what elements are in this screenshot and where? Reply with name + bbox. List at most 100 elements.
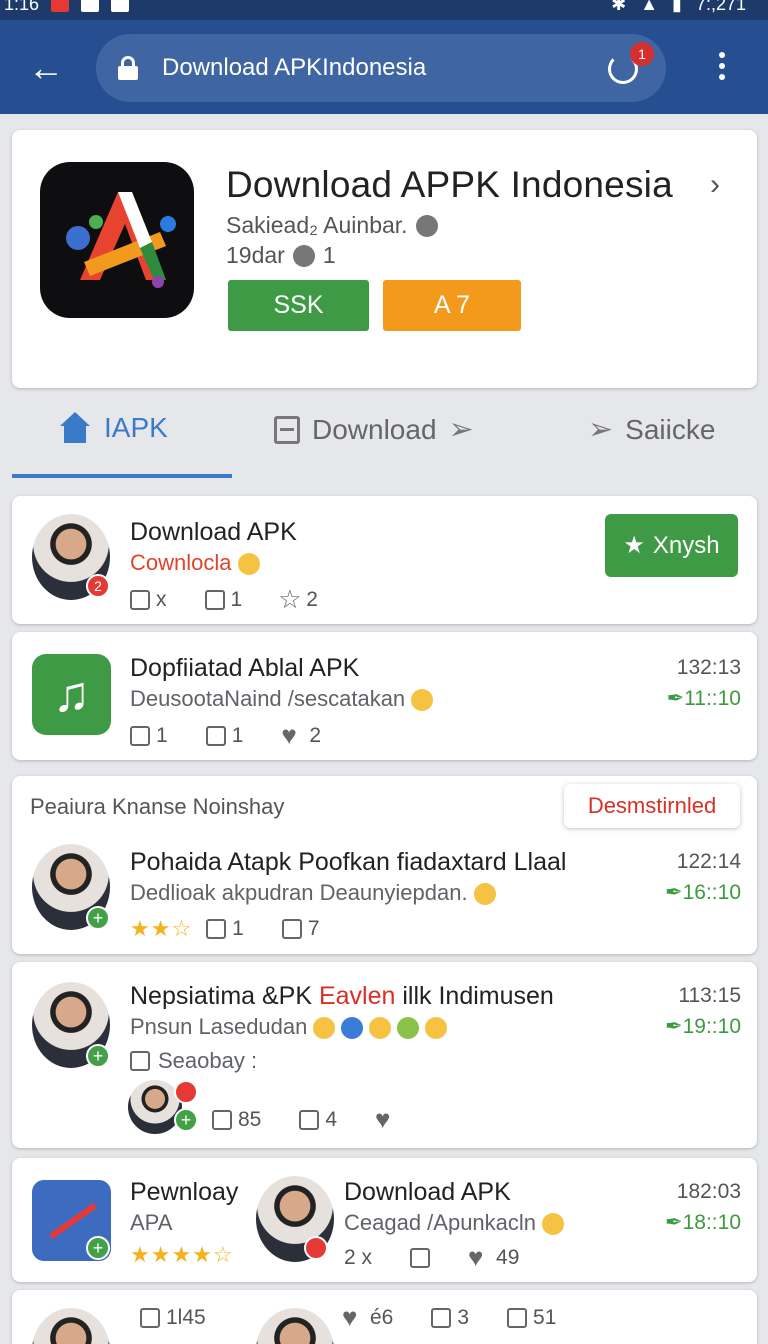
item-subtitle: Dedlioak akpudran Deaunyiepdan. <box>130 880 496 906</box>
add-icon: + <box>86 1044 110 1068</box>
tab-download[interactable]: Download ➢ <box>274 412 474 447</box>
tab-iapk[interactable]: IAPK <box>58 412 168 444</box>
item-actions: ★★☆ 1 7 <box>130 916 358 942</box>
send-icon: ➢ <box>448 413 474 446</box>
music-note-icon: ♫ <box>32 654 111 735</box>
more-options-icon[interactable] <box>712 52 732 86</box>
heart-icon <box>342 1302 364 1333</box>
list-item[interactable]: + Nepsiatima &PK Eavlen illk Indimusen P… <box>12 962 757 1148</box>
like-button[interactable] <box>410 1248 431 1268</box>
emoji-icon <box>237 553 260 576</box>
emoji-icon <box>313 1017 336 1040</box>
item-actions: 1 1 2 <box>130 720 359 751</box>
list-item[interactable]: 2 Download APK Cownlocla x 1 2 ★Xnysh <box>12 496 757 624</box>
avatar-badge <box>304 1236 328 1260</box>
heart-icon <box>468 1242 490 1273</box>
thumbs-up-icon <box>206 919 227 939</box>
emoji-icon <box>542 1213 565 1236</box>
home-icon <box>58 412 92 444</box>
app-icon <box>81 0 100 12</box>
status-bar: 1:16 ✱ ▲ ▮ 7:,271 <box>0 0 768 20</box>
item-subtitle: Ceagad /Apunkacln <box>344 1210 565 1236</box>
comment-button[interactable]: 51 <box>507 1306 556 1330</box>
item-subtitle: APA <box>130 1210 173 1235</box>
share-button[interactable]: 4 <box>299 1108 337 1132</box>
item-subtitle: Cownlocla <box>130 550 260 576</box>
like-button[interactable]: x <box>130 588 167 612</box>
like-button[interactable]: 1 <box>205 724 243 748</box>
thumbs-up-icon <box>410 1248 431 1268</box>
notification-icon <box>51 0 70 12</box>
app-title: Download APPK Indonesia <box>226 164 673 205</box>
add-icon: + <box>86 1236 110 1260</box>
item-actions: 1l45 <box>140 1306 244 1330</box>
rating-icon <box>292 244 315 267</box>
checkbox-row[interactable]: Seaobay : <box>130 1048 257 1074</box>
list-item[interactable]: Peaiura Knanse Noinshay Desmstirnled + P… <box>12 776 757 954</box>
item-status: ✒16::10 <box>665 881 741 904</box>
emoji-badge <box>174 1080 198 1104</box>
lock-icon <box>118 56 138 80</box>
document-icon <box>274 415 300 444</box>
item-time: 132:13 <box>676 656 741 679</box>
battery-icon: ▮ <box>672 0 682 14</box>
heart-button[interactable]: é6 <box>342 1302 393 1333</box>
list-item[interactable]: 1l45 é6 3 51 <box>12 1290 757 1344</box>
heart-button[interactable]: 49 <box>468 1242 519 1273</box>
comment-button[interactable]: 1 <box>204 588 242 612</box>
item-title: Download APK <box>130 518 297 546</box>
item-subtitle: DeusootaNaind /sescatakan <box>130 686 434 712</box>
item-title: Pewnloay <box>130 1178 239 1206</box>
add-icon: + <box>86 906 110 930</box>
thumbs-up-icon <box>205 726 226 746</box>
thumbs-up-icon <box>299 1110 320 1130</box>
emoji-icon <box>341 1017 364 1040</box>
follow-button[interactable]: ★ Xnysh <box>605 514 738 577</box>
heart-icon <box>375 1104 397 1135</box>
list-item[interactable]: + Pewnloay APA ★★★★☆ Download APK Ceagad… <box>12 1158 757 1282</box>
item-actions: x 1 2 <box>130 584 356 615</box>
section-label: Peaiura Knanse Noinshay <box>30 794 285 819</box>
star-rating-icon: ★★★★☆ <box>130 1242 234 1267</box>
home-button[interactable]: 1l45 <box>140 1306 206 1330</box>
app-icon <box>111 0 130 12</box>
avatar <box>32 1308 110 1344</box>
like-button[interactable]: 3 <box>431 1306 469 1330</box>
heart-icon <box>281 720 303 751</box>
comment-icon <box>507 1308 528 1328</box>
emoji-icon <box>397 1017 420 1040</box>
emoji-icon <box>411 689 434 712</box>
item-title: Pohaida Atapk Poofkan fiadaxtard Llaal <box>130 848 567 876</box>
count-label: 2 x <box>344 1246 373 1269</box>
back-arrow-icon[interactable]: ← <box>26 48 66 88</box>
comment-button[interactable]: 1 <box>130 724 168 748</box>
heart-button[interactable] <box>375 1104 397 1135</box>
star-icon: ★ <box>623 532 645 559</box>
secondary-action-button[interactable]: A 7 <box>383 280 521 331</box>
like-button[interactable]: 1 <box>206 917 244 941</box>
send-icon: ➢ <box>588 413 614 446</box>
chevron-right-icon[interactable]: › <box>710 168 720 202</box>
url-bar[interactable]: Download APKIndonesia 1 <box>96 34 666 102</box>
tab-saiicke[interactable]: ➢ Saiicke <box>588 412 715 447</box>
url-text[interactable]: Download APKIndonesia <box>162 54 426 82</box>
star-button[interactable]: 2 <box>278 584 318 615</box>
avatar <box>256 1308 334 1344</box>
list-item[interactable]: ♫ Dopfiiatad Ablal APK DeusootaNaind /se… <box>12 632 757 760</box>
comment-button[interactable]: 7 <box>281 917 320 941</box>
item-title: Dopfiiatad Ablal APK <box>130 654 360 682</box>
like-button[interactable]: 85 <box>212 1108 261 1132</box>
notification-badge[interactable]: 1 <box>630 42 654 66</box>
app-developer: Sakiead₂ Auinbar. <box>226 212 438 239</box>
primary-action-button[interactable]: SSK <box>228 280 369 331</box>
bluetooth-icon: ✱ <box>611 0 627 14</box>
heart-button[interactable]: 2 <box>281 720 321 751</box>
status-clock: 7:,271 <box>695 0 746 14</box>
item-title: Nepsiatima &PK Eavlen illk Indimusen <box>130 982 554 1010</box>
thumbs-up-icon <box>130 590 150 610</box>
app-logo <box>40 162 194 318</box>
comment-icon <box>204 590 225 610</box>
bell-icon <box>281 919 302 939</box>
checkbox-icon[interactable] <box>130 1051 150 1071</box>
item-actions: 85 4 <box>212 1104 435 1135</box>
